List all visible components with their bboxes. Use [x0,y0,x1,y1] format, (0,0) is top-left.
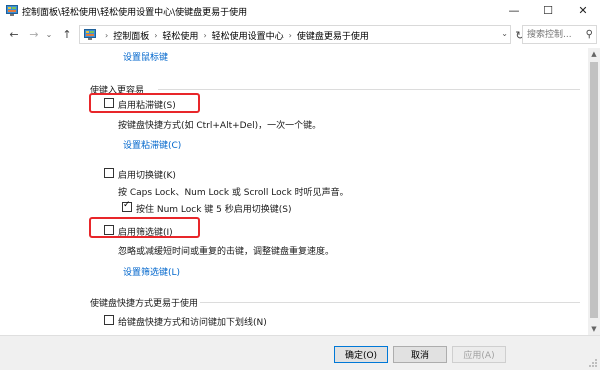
sticky-keys-description: 按键盘快捷方式(如 Ctrl+Alt+Del)，一次一个键。 [118,121,322,131]
breadcrumb-item-keyboard[interactable]: 使键盘更易于使用 [297,29,369,42]
control-panel-icon [84,29,96,40]
search-box[interactable]: ⚲ [522,25,597,44]
breadcrumb-separator-icon[interactable]: › [154,31,157,40]
cancel-button[interactable]: 取消 [393,346,447,363]
num-lock-toggle-checkbox[interactable] [122,200,132,212]
window-title: 控制面板\轻松使用\轻松使用设置中心\使键盘更易于使用 [22,8,248,18]
section-divider [158,89,580,90]
back-arrow-icon[interactable]: ← [6,26,22,42]
toggle-keys-checkbox[interactable] [104,168,114,178]
title-bar: 控制面板\轻松使用\轻松使用设置中心\使键盘更易于使用 — ☐ ✕ [0,0,600,21]
navigation-bar: ← → ⌄ ↑ › 控制面板 › 轻松使用 › 轻松使用设置中心 › 使键盘更易… [0,21,600,48]
main-content: 设置鼠标键 使键入更容易 启用粘滞键(S) 按键盘快捷方式(如 Ctrl+Alt… [0,48,588,335]
section-title-keyboard-shortcuts: 使键盘快捷方式更易于使用 [90,299,199,309]
forward-arrow-icon[interactable]: → [26,26,42,42]
filter-keys-label[interactable]: 启用筛选键(I) [118,225,173,238]
toggle-keys-label[interactable]: 启用切换键(K) [118,168,176,181]
section-divider [200,302,580,303]
sticky-keys-checkbox[interactable] [104,98,114,108]
dialog-button-bar: 确定(O) 取消 应用(A) [0,335,600,370]
underline-shortcuts-checkbox[interactable] [104,315,114,325]
breadcrumb-item-ease-of-access[interactable]: 轻松使用 [162,29,198,42]
underline-shortcuts-label[interactable]: 给键盘快捷方式和访问键加下划线(N) [118,315,267,328]
minimize-button[interactable]: — [497,0,531,21]
filter-keys-settings-link[interactable]: 设置筛选键(L) [123,265,180,278]
sticky-keys-settings-link[interactable]: 设置粘滞键(C) [123,138,181,151]
apply-button[interactable]: 应用(A) [452,346,506,363]
mouse-keys-settings-link[interactable]: 设置鼠标键 [123,50,168,63]
breadcrumb: › 控制面板 › 轻松使用 › 轻松使用设置中心 › 使键盘更易于使用 [100,29,369,42]
breadcrumb-separator-icon[interactable]: › [289,31,292,40]
scroll-up-arrow-icon[interactable]: ▲ [588,48,600,60]
search-icon[interactable]: ⚲ [586,29,593,40]
resize-grip-icon[interactable] [588,358,598,368]
control-panel-icon [6,5,18,16]
breadcrumb-item-ease-of-access-center[interactable]: 轻松使用设置中心 [212,29,284,42]
address-bar[interactable]: › 控制面板 › 轻松使用 › 轻松使用设置中心 › 使键盘更易于使用 ⌄ [79,25,511,44]
num-lock-toggle-label[interactable]: 按住 Num Lock 键 5 秒启用切换键(S) [136,202,292,215]
filter-keys-checkbox[interactable] [104,225,114,235]
close-button[interactable]: ✕ [566,0,600,21]
breadcrumb-item-control-panel[interactable]: 控制面板 [113,29,149,42]
recent-locations-chevron-icon[interactable]: ⌄ [44,26,54,42]
search-input[interactable] [523,26,583,43]
filter-keys-description: 忽略或减缓短时间或重复的击键，调整键盘重复速度。 [118,247,335,257]
toggle-keys-description: 按 Caps Lock、Num Lock 或 Scroll Lock 时听见声音… [118,188,349,198]
sticky-keys-label[interactable]: 启用粘滞键(S) [118,98,176,111]
breadcrumb-separator-icon[interactable]: › [203,31,206,40]
scroll-down-arrow-icon[interactable]: ▼ [588,323,600,335]
vertical-scrollbar[interactable]: ▲ ▼ [588,48,600,335]
up-arrow-icon[interactable]: ↑ [59,26,75,42]
maximize-button[interactable]: ☐ [531,0,565,21]
scrollbar-thumb[interactable] [590,62,598,318]
address-dropdown-chevron-icon[interactable]: ⌄ [501,29,508,38]
ok-button[interactable]: 确定(O) [334,346,388,363]
breadcrumb-separator-icon: › [105,31,109,40]
